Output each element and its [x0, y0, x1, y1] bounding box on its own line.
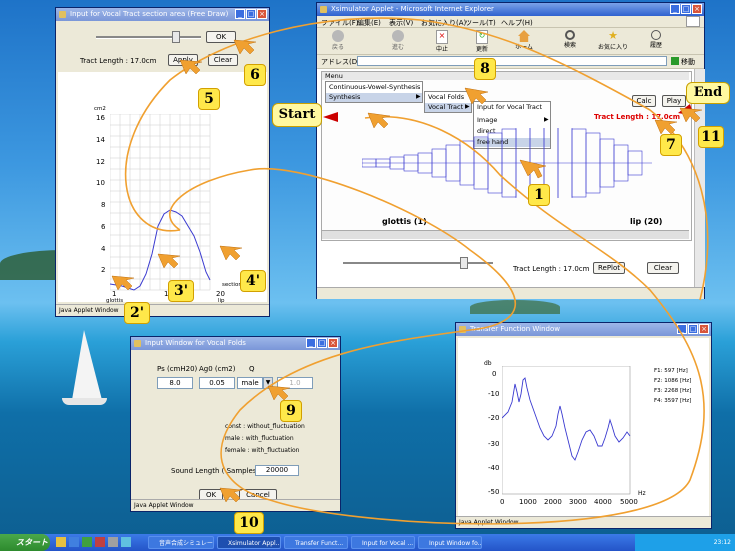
- step-3prime: 3': [168, 280, 194, 302]
- pointer-arrow-icon: [111, 275, 135, 291]
- pointer-arrow-icon: [367, 112, 391, 129]
- workflow-path: [169, 116, 705, 525]
- step-5: 5: [198, 88, 220, 110]
- pointer-arrow-icon: [157, 253, 181, 269]
- pointer-arrow-icon: [654, 119, 678, 135]
- end-callout: End: [686, 82, 730, 104]
- annotation-overlay: [111, 17, 709, 525]
- step-2prime: 2': [124, 302, 150, 324]
- pointer-arrow-icon: [464, 87, 489, 105]
- step-8: 8: [474, 58, 496, 80]
- pointer-arrow-icon: [233, 39, 257, 55]
- step-10: 10: [234, 512, 264, 534]
- pointer-arrow-icon: [519, 159, 547, 179]
- arrow-start-icon: [323, 112, 338, 122]
- pointer-arrow-icon: [267, 385, 291, 401]
- step-1: 1: [528, 184, 550, 206]
- start-callout: Start: [272, 103, 322, 127]
- step-9: 9: [280, 400, 302, 422]
- step-4prime: 4': [240, 270, 266, 292]
- pointer-arrow-icon: [219, 487, 243, 503]
- step-6: 6: [244, 64, 266, 86]
- pointer-arrow-icon: [679, 107, 703, 123]
- pointer-arrow-icon: [219, 245, 243, 261]
- step-7: 7: [660, 134, 682, 156]
- pointer-arrow-icon: [179, 59, 203, 75]
- step-11: 11: [698, 126, 724, 148]
